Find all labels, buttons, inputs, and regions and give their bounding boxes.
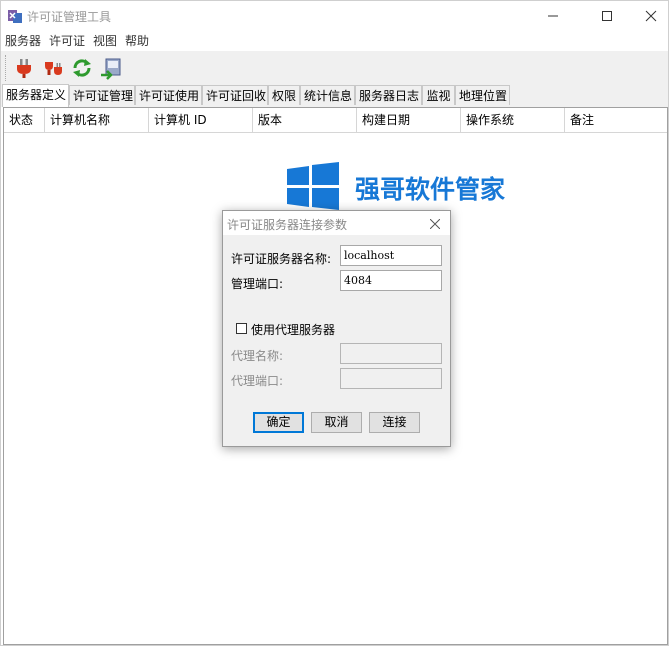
- proxy-name-field[interactable]: [340, 343, 442, 364]
- refresh-button[interactable]: [68, 54, 96, 82]
- cancel-button[interactable]: 取消: [311, 412, 362, 433]
- tab-license-usage[interactable]: 许可证使用: [135, 85, 202, 105]
- column-header-version[interactable]: 版本: [253, 108, 357, 132]
- tab-permissions[interactable]: 权限: [268, 85, 300, 105]
- dialog-close-button[interactable]: [429, 214, 441, 233]
- maximize-button[interactable]: [584, 1, 630, 31]
- menu-license[interactable]: 许可证: [45, 31, 89, 51]
- minimize-button[interactable]: [530, 1, 576, 31]
- column-header-notes[interactable]: 备注: [565, 108, 667, 132]
- title-bar: 许可证管理工具: [1, 1, 668, 31]
- proxy-port-field[interactable]: [340, 368, 442, 389]
- tab-geo-location[interactable]: 地理位置: [455, 85, 510, 105]
- tab-server-log[interactable]: 服务器日志: [355, 85, 422, 105]
- app-icon: [7, 8, 23, 24]
- use-proxy-checkbox[interactable]: [236, 323, 247, 334]
- close-icon: [429, 218, 441, 230]
- menu-help[interactable]: 帮助: [121, 31, 153, 51]
- plug-disconnect-icon: [45, 62, 62, 75]
- connection-dialog: 许可证服务器连接参数 许可证服务器名称: localhost 管理端口: 408…: [222, 210, 451, 447]
- window-title: 许可证管理工具: [27, 10, 112, 24]
- close-button[interactable]: [628, 1, 669, 31]
- refresh-icon: [73, 59, 91, 77]
- windows-logo-icon: [287, 162, 339, 210]
- watermark-text: 强哥软件管家: [355, 175, 506, 204]
- dialog-title: 许可证服务器连接参数: [227, 218, 348, 232]
- export-button[interactable]: [97, 54, 125, 82]
- maximize-icon: [602, 11, 612, 21]
- watermark: 强哥软件管家: [287, 160, 527, 215]
- column-header-computer-name[interactable]: 计算机名称: [45, 108, 149, 132]
- tab-statistics[interactable]: 统计信息: [300, 85, 355, 105]
- export-icon: [101, 58, 121, 80]
- main-window: 许可证管理工具 服务器 许可证 视图 帮助 服务器定义 许可证管理 许可证使用 …: [0, 0, 669, 646]
- menu-view[interactable]: 视图: [89, 31, 121, 51]
- port-field[interactable]: 4084: [340, 270, 442, 291]
- server-name-field[interactable]: localhost: [340, 245, 442, 266]
- tab-server-definition[interactable]: 服务器定义: [2, 84, 69, 107]
- column-header-os[interactable]: 操作系统: [461, 108, 565, 132]
- tab-strip: 服务器定义 许可证管理 许可证使用 许可证回收 权限 统计信息 服务器日志 监视…: [1, 84, 668, 107]
- port-label: 管理端口:: [231, 277, 284, 291]
- dialog-title-bar: 许可证服务器连接参数: [223, 211, 450, 235]
- close-icon: [645, 10, 657, 22]
- table-header: 状态 计算机名称 计算机 ID 版本 构建日期 操作系统 备注: [4, 108, 667, 133]
- column-header-computer-id[interactable]: 计算机 ID: [149, 108, 253, 132]
- server-name-label: 许可证服务器名称:: [231, 252, 332, 266]
- menu-bar: 服务器 许可证 视图 帮助: [1, 31, 668, 51]
- use-proxy-label[interactable]: 使用代理服务器: [251, 321, 335, 338]
- tab-license-recall[interactable]: 许可证回收: [202, 85, 268, 105]
- proxy-name-label: 代理名称:: [231, 349, 284, 363]
- toolbar-grip[interactable]: [5, 55, 9, 81]
- tab-license-management[interactable]: 许可证管理: [69, 85, 135, 105]
- connect-dialog-button[interactable]: 连接: [369, 412, 420, 433]
- toolbar: [1, 51, 668, 86]
- column-header-build-date[interactable]: 构建日期: [357, 108, 461, 132]
- column-header-status[interactable]: 状态: [4, 108, 45, 132]
- minimize-icon: [548, 15, 558, 17]
- menu-server[interactable]: 服务器: [1, 31, 45, 51]
- plug-connect-icon: [17, 59, 31, 78]
- proxy-port-label: 代理端口:: [231, 374, 284, 388]
- tab-monitor[interactable]: 监视: [422, 85, 455, 105]
- disconnect-button[interactable]: [39, 54, 67, 82]
- connect-button[interactable]: [10, 54, 38, 82]
- ok-button[interactable]: 确定: [253, 412, 304, 433]
